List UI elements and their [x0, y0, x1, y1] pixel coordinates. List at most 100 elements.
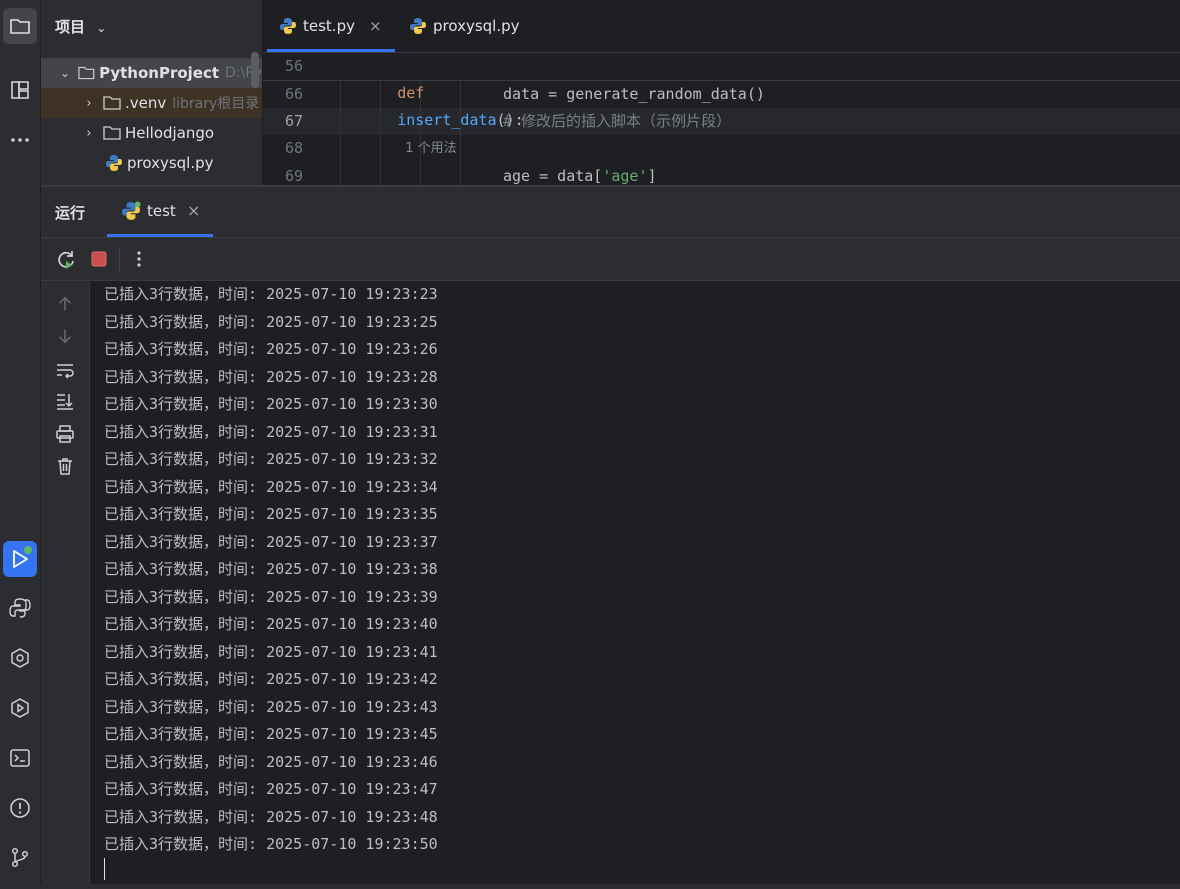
project-tool-button[interactable]: [0, 6, 40, 46]
tree-item-venv[interactable]: › .venv library根目录: [41, 88, 262, 118]
print-button[interactable]: [53, 422, 77, 446]
console-line: 已插入3行数据，时间: 2025-07-10 19:23:31: [104, 422, 438, 441]
structure-tool-button[interactable]: [0, 70, 40, 110]
status-bar: [0, 884, 1180, 889]
code-line: 67 # 修改后的插入脚本（示例片段）: [263, 108, 1180, 135]
git-branch-icon: [11, 847, 29, 868]
console-line: 已插入3行数据，时间: 2025-07-10 19:23:23: [104, 285, 438, 303]
line-number: 56: [284, 57, 304, 75]
console-line: 已插入3行数据，时间: 2025-07-10 19:23:45: [104, 725, 438, 743]
console-line: 已插入3行数据，时间: 2025-07-10 19:23:50: [104, 835, 438, 853]
printer-icon: [56, 425, 74, 443]
project-scrollbar[interactable]: [251, 52, 259, 88]
trash-icon: [58, 458, 72, 475]
problems-button[interactable]: [0, 788, 40, 828]
terminal-button[interactable]: [0, 738, 40, 778]
console-line: 已插入3行数据，时间: 2025-07-10 19:23:32: [104, 450, 438, 468]
console-line: 已插入3行数据，时间: 2025-07-10 19:23:39: [104, 587, 438, 606]
close-icon[interactable]: ×: [187, 201, 200, 220]
active-tab-indicator: [267, 49, 395, 52]
activity-bar: [0, 0, 41, 889]
line-number: 69: [284, 167, 304, 185]
code-comment: # 修改后的插入脚本（示例片段）: [503, 112, 732, 130]
tree-item-hellodjango[interactable]: › Hellodjango: [41, 118, 262, 148]
tree-item-proxysql[interactable]: proxysql.py: [41, 148, 262, 178]
more-tools-button[interactable]: [0, 120, 40, 160]
run-toolbar: [41, 238, 1180, 281]
soft-wrap-button[interactable]: [53, 358, 77, 382]
stop-button[interactable]: [90, 250, 108, 268]
structure-icon: [11, 81, 29, 99]
clear-all-button[interactable]: [53, 454, 77, 478]
project-panel-header[interactable]: 项目 ⌄: [55, 16, 106, 37]
code-line: 68: [263, 135, 1180, 162]
code-text: data = generate_random_data(): [503, 85, 765, 103]
more-horizontal-icon: [11, 138, 29, 142]
run-window-header: 运行 test ×: [41, 187, 1180, 238]
line-number: 66: [284, 85, 304, 103]
console-output[interactable]: 已插入3行数据，时间: 2025-07-10 19:23:23 已插入3行数据，时…: [90, 281, 1180, 884]
scroll-to-end-button[interactable]: [53, 389, 77, 413]
more-options-button[interactable]: [131, 248, 147, 270]
tab-label: test.py: [303, 17, 355, 35]
close-icon[interactable]: ×: [369, 17, 382, 35]
run-tab-test[interactable]: test ×: [107, 187, 213, 237]
running-indicator: [24, 546, 32, 554]
project-panel: 项目 ⌄ ⌄ PythonProject D:\Py › .venv libra…: [41, 0, 262, 185]
chevron-right-icon: ›: [86, 95, 92, 111]
scroll-up-button[interactable]: [53, 292, 77, 316]
console-line: 已插入3行数据，时间: 2025-07-10 19:23:48: [104, 807, 438, 826]
console-line: 已插入3行数据，时间: 2025-07-10 19:23:41: [104, 642, 438, 661]
chevron-down-icon: ⌄: [60, 66, 71, 80]
console-line: 已插入3行数据，时间: 2025-07-10 19:23:43: [104, 697, 438, 716]
tab-label: proxysql.py: [433, 17, 520, 35]
stop-icon: [91, 251, 107, 267]
console-line: 已插入3行数据，时间: 2025-07-10 19:23:37: [104, 532, 438, 551]
chevron-right-icon: ›: [86, 125, 92, 141]
python-console-button[interactable]: [0, 588, 40, 628]
toolbar-divider: [119, 247, 120, 271]
soft-wrap-icon: [57, 364, 74, 379]
python-file-icon: [279, 17, 297, 35]
text-cursor: [104, 858, 105, 880]
console-line: 已插入3行数据，时间: 2025-07-10 19:23:30: [104, 395, 438, 413]
console-line: 已插入3行数据，时间: 2025-07-10 19:23:46: [104, 752, 438, 771]
console-line: 已插入3行数据，时间: 2025-07-10 19:23:40: [104, 615, 438, 633]
console-line: 已插入3行数据，时间: 2025-07-10 19:23:28: [104, 367, 438, 386]
scroll-down-button[interactable]: [53, 324, 77, 348]
python-file-icon: [121, 201, 141, 221]
console-line: 已插入3行数据，时间: 2025-07-10 19:23:38: [104, 560, 438, 578]
rerun-button[interactable]: [55, 248, 77, 270]
scroll-to-end-icon: [57, 394, 73, 410]
rerun-icon: [58, 251, 74, 269]
tab-proxysql-py[interactable]: proxysql.py: [403, 0, 553, 52]
code-string: 'age': [602, 167, 648, 185]
console-line: 已插入3行数据，时间: 2025-07-10 19:23:34: [104, 477, 438, 496]
code-editor[interactable]: 56 def insert_data(): 1 个用法 66 data = ge…: [263, 53, 1180, 185]
folder-icon: [103, 126, 121, 140]
folder-icon: [10, 19, 30, 34]
code-text: age = data[: [503, 167, 603, 185]
arrow-up-icon: [59, 296, 71, 311]
project-panel-title: 项目: [55, 18, 86, 36]
active-tab-indicator: [107, 234, 213, 237]
code-line: 56 def insert_data(): 1 个用法: [263, 53, 1180, 156]
run-window-title: 运行: [55, 204, 86, 222]
tree-item-pythonproject[interactable]: ⌄ PythonProject D:\Py: [41, 58, 262, 88]
code-text: ]: [647, 167, 657, 185]
git-button[interactable]: [0, 837, 40, 877]
console-side-toolbar: [41, 281, 90, 884]
python-file-icon: [409, 17, 427, 35]
chevron-down-icon: ⌄: [96, 21, 107, 35]
tree-item-label: PythonProject: [99, 64, 220, 82]
run-tool-button[interactable]: [0, 539, 40, 579]
python-file-icon: [105, 154, 123, 172]
console-line: 已插入3行数据，时间: 2025-07-10 19:23:42: [104, 670, 438, 688]
alert-circle-icon: [10, 798, 30, 818]
tab-test-py[interactable]: test.py ×: [263, 0, 395, 52]
folder-icon: [78, 66, 95, 80]
terminal-icon: [10, 749, 30, 767]
services-button[interactable]: [0, 688, 40, 728]
console-line: 已插入3行数据，时间: 2025-07-10 19:23:26: [104, 340, 438, 358]
python-packages-button[interactable]: [0, 638, 40, 678]
